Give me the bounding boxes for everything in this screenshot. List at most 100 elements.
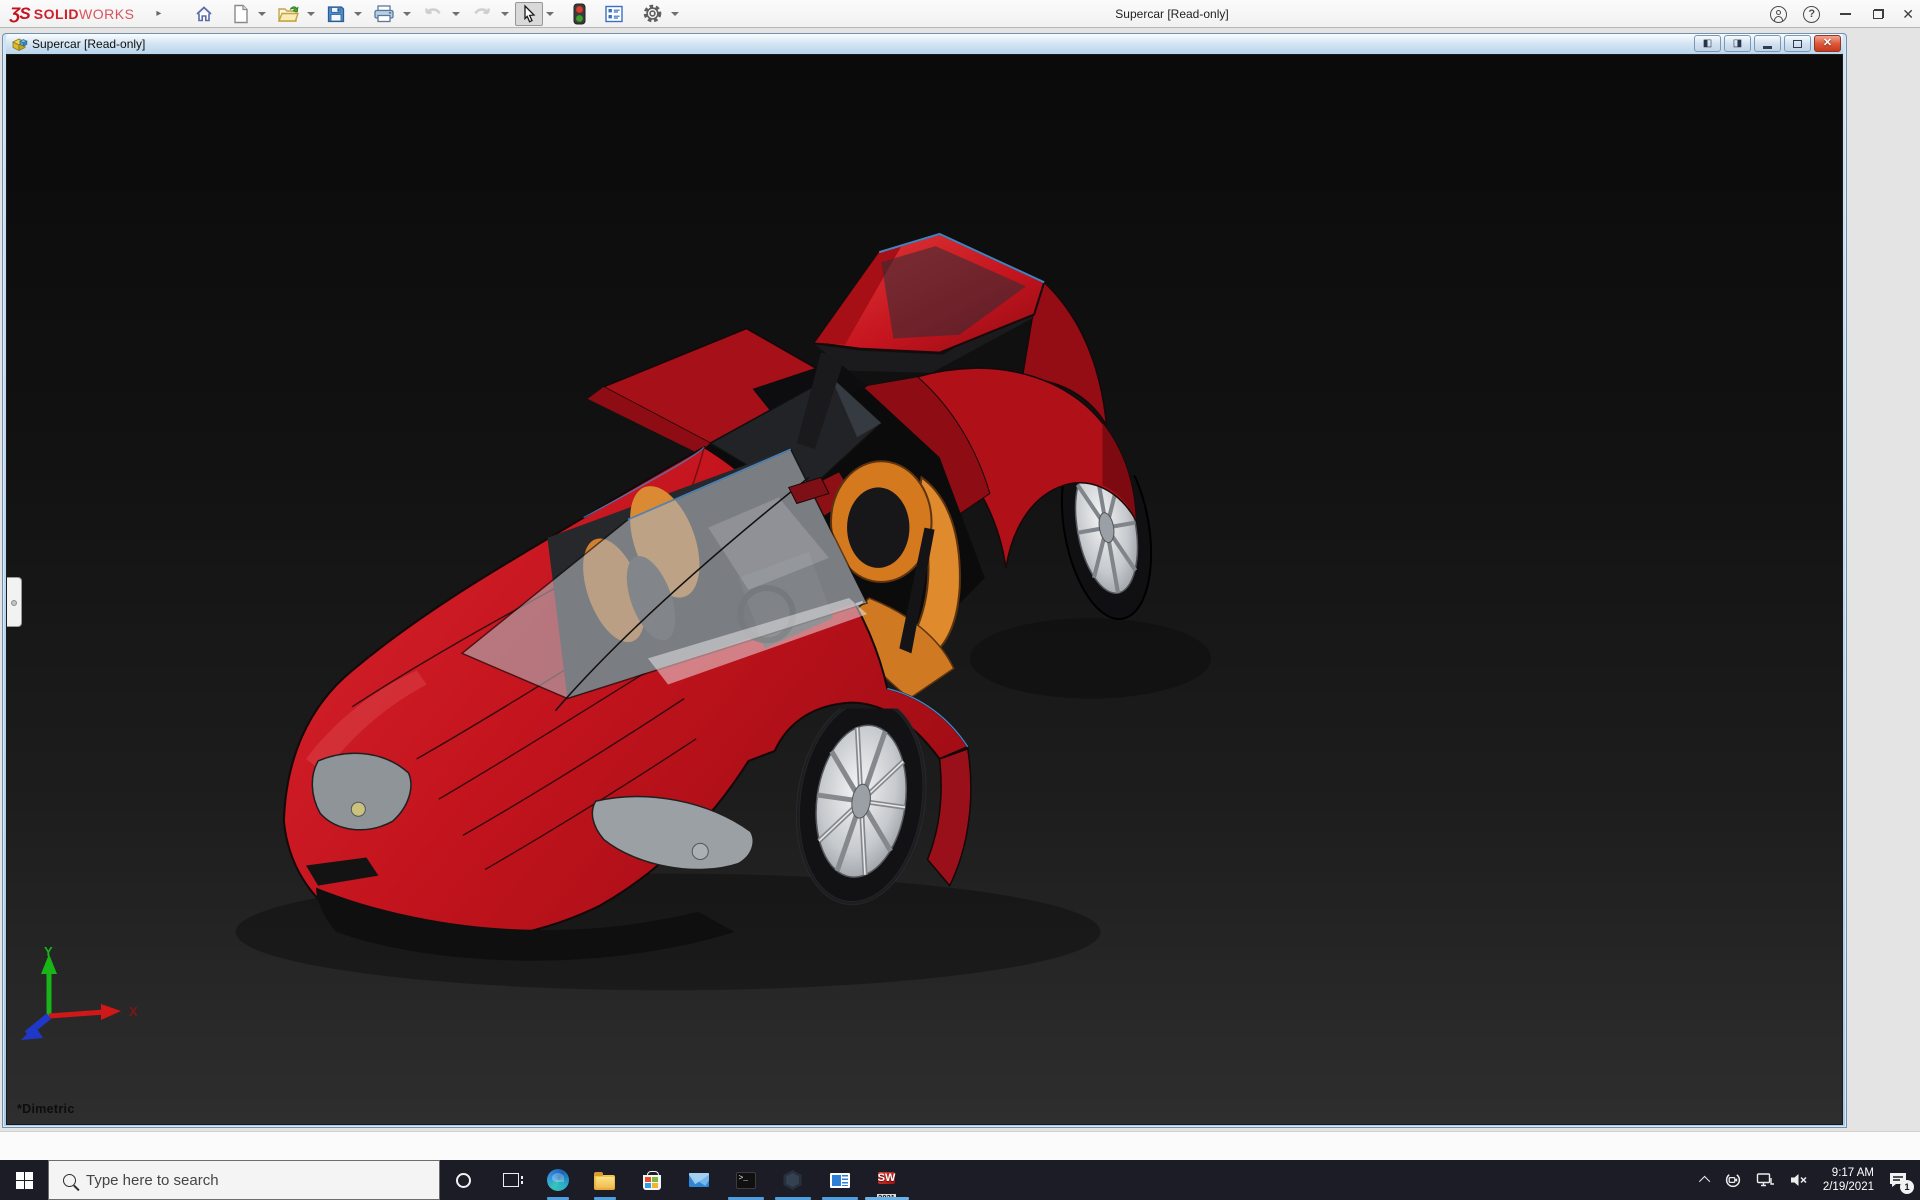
meet-now-button[interactable]: [1717, 1160, 1749, 1200]
system-tray: 9:17 AM 2/19/2021 1: [1695, 1160, 1920, 1200]
taskbar-clock[interactable]: 9:17 AM 2/19/2021: [1815, 1166, 1882, 1194]
reference-triad: Y X: [21, 944, 138, 1040]
rebuild-button[interactable]: [568, 2, 591, 26]
app-restore-button[interactable]: [1871, 7, 1886, 21]
taskbar-item-mail[interactable]: [675, 1160, 722, 1200]
volume-button[interactable]: [1782, 1160, 1815, 1200]
gear-icon: [644, 4, 662, 23]
options-button[interactable]: [637, 2, 668, 26]
undo-dropdown[interactable]: [452, 11, 461, 16]
app-window-icon: [829, 1172, 850, 1188]
print-dropdown[interactable]: [403, 11, 412, 16]
solidworks-logo: ƷS SOLID WORKS: [10, 4, 134, 24]
redo-button[interactable]: [466, 2, 498, 26]
home-button[interactable]: [189, 2, 219, 26]
mail-icon: [688, 1173, 709, 1187]
task-view-button[interactable]: [487, 1160, 534, 1200]
save-floppy-icon: [328, 5, 345, 22]
taskbar-item-app-window[interactable]: [816, 1160, 863, 1200]
brand-solid-text: SOLID: [33, 5, 80, 22]
doc-restore-icon: [1793, 39, 1802, 48]
cortana-icon: [456, 1172, 471, 1188]
print-icon: [374, 4, 395, 22]
options-dropdown[interactable]: [671, 11, 680, 16]
document-title-bar[interactable]: Supercar [Read-only] ◧ ◨ ✕: [6, 34, 1843, 54]
save-button[interactable]: [321, 2, 351, 26]
solidworks-2021-icon: SW 2021: [875, 1168, 899, 1200]
search-icon: [63, 1173, 76, 1187]
app-minimize-button[interactable]: [1836, 9, 1855, 19]
undo-icon: [425, 7, 442, 14]
select-tool-dropdown[interactable]: [546, 11, 555, 16]
network-button[interactable]: [1749, 1160, 1782, 1200]
app-title: Supercar [Read-only]: [1115, 7, 1229, 21]
doc-minimize-icon: [1763, 45, 1772, 49]
doc-close-button[interactable]: ✕: [1814, 35, 1841, 52]
open-button[interactable]: [272, 2, 304, 26]
show-hidden-icons-button[interactable]: [1695, 1160, 1717, 1200]
file-properties-button[interactable]: [599, 2, 629, 26]
file-explorer-icon: [594, 1171, 615, 1190]
doc-pane-left-button[interactable]: ◧: [1694, 35, 1721, 52]
windows-logo-icon: [15, 1171, 33, 1189]
search-input[interactable]: [86, 1171, 386, 1189]
taskbar-item-file-explorer[interactable]: [581, 1160, 628, 1200]
graphics-viewport[interactable]: Y X *Dimetric: [6, 54, 1843, 1125]
doc-restore-button[interactable]: [1784, 35, 1811, 52]
edge-icon: [546, 1169, 569, 1191]
select-tool-button[interactable]: [515, 1, 544, 26]
taskbar-item-visualize[interactable]: [769, 1160, 816, 1200]
windows-taskbar: >_ SW 2021: [0, 1160, 1920, 1200]
redo-dropdown[interactable]: [501, 11, 510, 16]
notification-center-button[interactable]: 1: [1882, 1160, 1920, 1200]
doc-minimize-button[interactable]: [1754, 35, 1781, 52]
meet-now-icon: [1725, 1172, 1740, 1188]
open-folder-icon: [278, 5, 300, 22]
feature-manager-collapsed-handle[interactable]: [7, 577, 22, 627]
command-prompt-icon: >_: [735, 1171, 756, 1189]
hexagon-app-icon: [783, 1170, 802, 1190]
brand-works-text: WORKS: [79, 5, 135, 22]
app-close-button[interactable]: ✕: [1902, 7, 1914, 21]
notification-count-badge: 1: [1900, 1180, 1914, 1194]
handle-grip-icon: [11, 600, 17, 606]
triad-y-label: Y: [44, 944, 53, 959]
taskbar-search[interactable]: [48, 1160, 440, 1200]
taskbar-item-store[interactable]: [628, 1160, 675, 1200]
file-properties-icon: [605, 5, 624, 22]
triad-x-label: X: [129, 1004, 138, 1019]
doc-pane-right-button[interactable]: ◨: [1724, 35, 1751, 52]
task-view-icon: [502, 1173, 523, 1187]
supercar-model[interactable]: [7, 55, 1842, 1124]
taskbar-item-command-prompt[interactable]: >_: [722, 1160, 769, 1200]
cortana-button[interactable]: [440, 1160, 487, 1200]
chevron-up-icon: [1698, 1175, 1711, 1188]
taskbar-item-edge[interactable]: [534, 1160, 581, 1200]
restore-icon: [1873, 9, 1885, 19]
solidworks-window: ƷS SOLID WORKS ▸ Supercar [Read-only] ? …: [0, 0, 1920, 1200]
open-dropdown[interactable]: [307, 11, 316, 16]
new-document-dropdown[interactable]: [258, 11, 267, 16]
help-icon[interactable]: ?: [1803, 5, 1821, 23]
save-dropdown[interactable]: [354, 11, 363, 16]
rebuild-traffic-light-icon: [573, 3, 586, 24]
print-button[interactable]: [368, 2, 400, 26]
status-bar: [0, 1131, 1920, 1160]
new-document-icon: [234, 4, 249, 23]
minimize-icon: [1840, 13, 1852, 15]
clock-date: 2/19/2021: [1822, 1181, 1874, 1193]
document-window: Supercar [Read-only] ◧ ◨ ✕ Y X *Dimetric: [2, 33, 1847, 1128]
ds-logo-mark-icon: ƷS: [10, 3, 31, 23]
clock-time: 9:17 AM: [1831, 1167, 1874, 1179]
volume-muted-icon: [1790, 1174, 1807, 1186]
taskbar-item-solidworks[interactable]: SW 2021: [863, 1160, 910, 1200]
assembly-icon: [12, 38, 28, 51]
menu-expand-arrow[interactable]: ▸: [156, 8, 161, 19]
account-icon[interactable]: [1770, 5, 1788, 23]
home-icon: [196, 5, 213, 21]
start-button[interactable]: [0, 1160, 48, 1200]
document-title: Supercar [Read-only]: [32, 37, 146, 51]
new-document-button[interactable]: [227, 2, 255, 26]
undo-button[interactable]: [417, 2, 449, 26]
store-icon: [642, 1170, 661, 1190]
